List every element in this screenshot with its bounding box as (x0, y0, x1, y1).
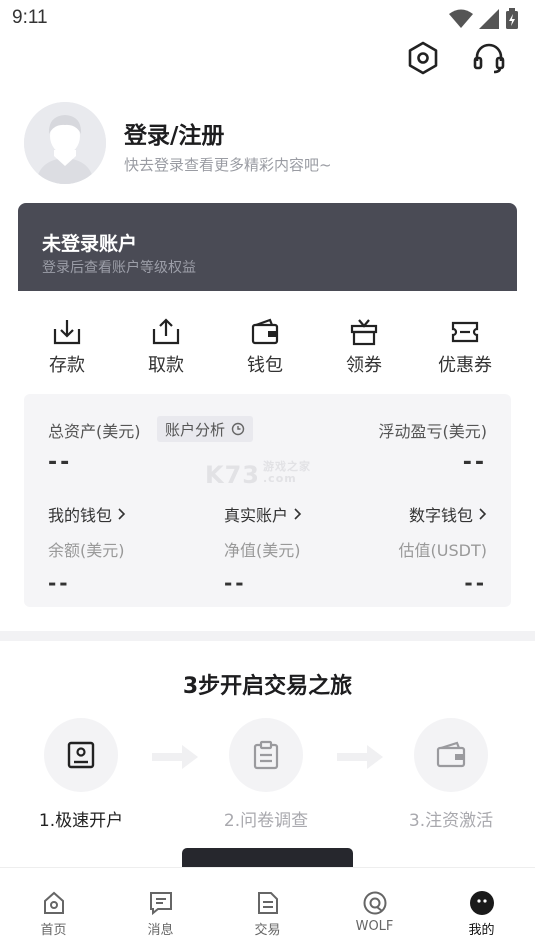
withdraw-button[interactable]: 取款 (121, 311, 211, 381)
status-time: 9:11 (12, 7, 48, 28)
wallet-icon (251, 318, 279, 345)
bottom-tab-bar: 首页 消息 交易 WOLF 我的 (0, 867, 535, 951)
steps-title: 3步开启交易之旅 (182, 674, 353, 699)
settings-button[interactable] (405, 40, 441, 76)
my-wallet-section[interactable]: 我的钱包 余额(美元) -- (48, 502, 126, 595)
id-card-icon (67, 741, 95, 769)
deposit-button[interactable]: 存款 (22, 311, 112, 381)
battery-icon (506, 8, 518, 29)
tab-wolf[interactable]: WOLF (321, 868, 428, 951)
watermark-small-bottom: .com (263, 472, 297, 485)
coupon-icon (451, 321, 479, 343)
top-actions (405, 40, 507, 76)
my-wallet-sub: 余额(美元) (48, 541, 125, 560)
login-register-title[interactable]: 登录/注册 (124, 116, 224, 150)
watermark-small: 游戏之家 .com (263, 461, 311, 485)
real-account-sub: 净值(美元) (224, 541, 301, 560)
status-icons (449, 8, 519, 30)
floating-pnl-label: 浮动盈亏(美元) (378, 422, 488, 441)
my-wallet-value: -- (48, 571, 71, 595)
tab-profile-label: 我的 (468, 923, 495, 938)
tab-messages-label: 消息 (147, 923, 174, 938)
account-card-title: 未登录账户 (42, 233, 138, 255)
home-icon (43, 891, 64, 914)
floating-pnl-value: -- (462, 450, 487, 475)
login-subtitle: 快去登录查看更多精彩内容吧~ (124, 156, 332, 174)
digital-wallet-name: 数字钱包 (408, 506, 473, 525)
tab-trade[interactable]: 交易 (214, 868, 321, 951)
total-assets-value: -- (48, 450, 73, 475)
step-circle (44, 718, 118, 792)
withdraw-icon (152, 318, 180, 345)
tab-messages[interactable]: 消息 (107, 868, 214, 951)
claim-coupon-button[interactable]: 领券 (319, 311, 409, 381)
gift-icon (350, 319, 378, 346)
tab-wolf-label: WOLF (355, 919, 394, 934)
signal-icon (479, 9, 499, 29)
clipboard-icon (253, 740, 279, 770)
tab-profile[interactable]: 我的 (428, 868, 535, 951)
headset-icon (473, 43, 505, 74)
status-bar: 9:11 (0, 0, 535, 36)
tab-trade-label: 交易 (254, 923, 281, 938)
step-label-2: 2.问卷调查 (223, 811, 309, 831)
watermark-text: K73 (205, 461, 260, 489)
step-circle (229, 718, 303, 792)
step-fund-activate[interactable]: 3.注资激活 (391, 718, 511, 831)
step-arrow-icon (152, 745, 198, 769)
settings-hexagon-icon (408, 41, 438, 75)
coupons-label: 优惠券 (438, 355, 492, 376)
step-label-1: 1.极速开户 (38, 811, 124, 831)
deposit-label: 存款 (49, 355, 85, 376)
watermark-logo: K73 游戏之家 .com (205, 461, 311, 490)
step-questionnaire[interactable]: 2.问卷调查 (206, 718, 326, 831)
real-account-name: 真实账户 (224, 506, 289, 525)
account-card-subtitle: 登录后查看账户等级权益 (42, 260, 196, 276)
clock-icon (231, 422, 245, 436)
quick-actions: 存款 取款 钱包 领券 优惠券 (0, 311, 535, 381)
deposit-icon (53, 320, 81, 345)
real-account-name-row: 真实账户 (224, 502, 302, 526)
digital-wallet-sub: 估值(USDT) (398, 541, 487, 560)
customer-service-button[interactable] (471, 40, 507, 76)
claim-coupon-label: 领券 (346, 355, 382, 376)
tab-home-label: 首页 (40, 923, 67, 938)
message-icon (149, 892, 172, 916)
step-label-3: 3.注资激活 (408, 811, 494, 831)
account-level-card[interactable]: 未登录账户 登录后查看账户等级权益 (18, 203, 517, 303)
real-account-value: -- (224, 571, 247, 595)
withdraw-label: 取款 (148, 355, 184, 376)
account-analysis-button[interactable]: 账户分析 (157, 416, 254, 442)
real-account-section[interactable]: 真实账户 净值(美元) -- (224, 502, 302, 595)
wallet-button[interactable]: 钱包 (220, 311, 310, 381)
chevron-right-icon (294, 508, 302, 520)
total-assets-label: 总资产(美元) (48, 422, 141, 441)
profile-header[interactable]: 登录/注册 快去登录查看更多精彩内容吧~ (24, 102, 514, 186)
step-arrow-icon (337, 745, 383, 769)
digital-wallet-section[interactable]: 数字钱包 估值(USDT) -- (399, 502, 487, 595)
wallet-label: 钱包 (247, 355, 283, 376)
account-analysis-label: 账户分析 (165, 420, 226, 439)
chevron-right-icon (118, 508, 126, 520)
digital-wallet-name-row: 数字钱包 (399, 502, 487, 526)
step-open-account[interactable]: 1.极速开户 (21, 718, 141, 831)
coupons-button[interactable]: 优惠券 (420, 311, 510, 381)
wifi-icon (449, 9, 473, 28)
chevron-right-icon (479, 508, 487, 520)
default-avatar-icon (24, 102, 106, 184)
my-wallet-name: 我的钱包 (48, 506, 113, 525)
wolf-icon (363, 891, 386, 915)
section-divider (0, 631, 535, 641)
assets-card: 总资产(美元) 账户分析 浮动盈亏(美元) -- -- 我的钱包 余额(美元) … (24, 394, 511, 607)
profile-icon (469, 891, 494, 915)
my-wallet-name-row: 我的钱包 (48, 502, 126, 526)
tab-home[interactable]: 首页 (0, 868, 107, 951)
digital-wallet-value: -- (464, 571, 487, 595)
step-circle (414, 718, 488, 792)
avatar[interactable] (24, 102, 106, 184)
wallet-icon (436, 741, 466, 768)
trade-icon (257, 892, 278, 914)
